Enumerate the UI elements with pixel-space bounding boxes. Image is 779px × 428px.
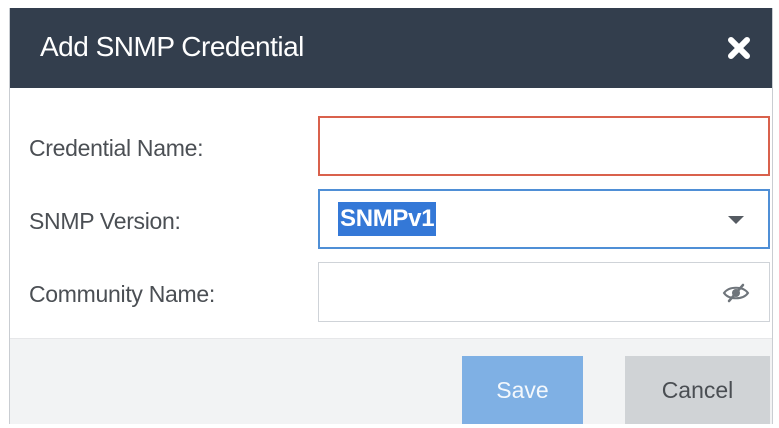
- eye-hidden-icon[interactable]: [721, 283, 751, 303]
- community-name-label: Community Name:: [29, 281, 215, 307]
- community-name-input[interactable]: [318, 262, 770, 322]
- cancel-button[interactable]: Cancel: [625, 356, 770, 424]
- snmp-version-select[interactable]: SNMPv1: [318, 189, 770, 249]
- add-snmp-credential-dialog: Add SNMP Credential Credential Name: SNM…: [9, 8, 773, 424]
- dialog-footer: Save Cancel: [10, 338, 772, 424]
- dialog-header: Add SNMP Credential: [10, 8, 772, 88]
- close-icon[interactable]: [725, 34, 753, 62]
- save-button[interactable]: Save: [462, 356, 583, 424]
- snmp-version-label: SNMP Version:: [29, 208, 181, 234]
- credential-name-label: Credential Name:: [29, 135, 204, 161]
- dialog-title: Add SNMP Credential: [40, 31, 304, 62]
- snmp-version-selected-value: SNMPv1: [338, 202, 437, 236]
- chevron-down-icon[interactable]: [728, 216, 744, 224]
- credential-name-input[interactable]: [318, 116, 770, 176]
